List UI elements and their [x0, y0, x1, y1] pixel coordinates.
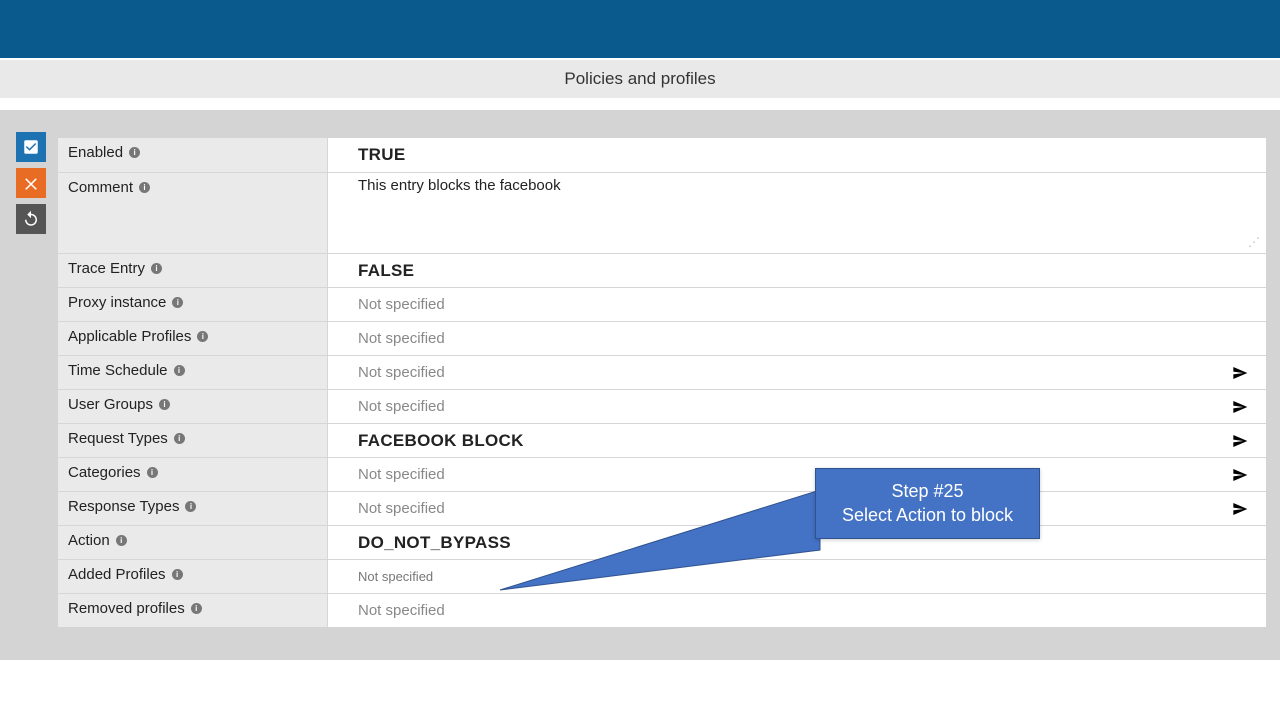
value-enabled[interactable]: TRUE: [328, 138, 1266, 172]
info-icon[interactable]: i: [197, 331, 208, 342]
value-request-types[interactable]: FACEBOOK BLOCK: [328, 424, 1266, 457]
callout-box: Step #25 Select Action to block: [815, 468, 1040, 539]
info-icon[interactable]: i: [174, 433, 185, 444]
close-icon: [22, 174, 40, 192]
label-removed-profiles: Removed profiles i: [58, 594, 328, 627]
callout-arrow: [500, 480, 830, 600]
value-trace[interactable]: FALSE: [328, 254, 1266, 287]
info-icon[interactable]: i: [159, 399, 170, 410]
label-categories: Categories i: [58, 458, 328, 491]
info-icon[interactable]: i: [174, 365, 185, 376]
label-response-types: Response Types i: [58, 492, 328, 525]
row-time-schedule: Time Schedule i Not specified: [58, 355, 1266, 389]
label-proxy: Proxy instance i: [58, 288, 328, 321]
goto-icon[interactable]: [1232, 399, 1248, 415]
label-trace: Trace Entry i: [58, 254, 328, 287]
value-time-schedule[interactable]: Not specified: [328, 356, 1266, 389]
row-request-types: Request Types i FACEBOOK BLOCK: [58, 423, 1266, 457]
label-added-profiles: Added Profiles i: [58, 560, 328, 593]
label-request-types: Request Types i: [58, 424, 328, 457]
info-icon[interactable]: i: [116, 535, 127, 546]
info-icon[interactable]: i: [139, 182, 150, 193]
value-comment[interactable]: This entry blocks the facebook ⋰: [328, 173, 1266, 253]
row-user-groups: User Groups i Not specified: [58, 389, 1266, 423]
save-button[interactable]: [16, 132, 46, 162]
value-applicable-profiles[interactable]: Not specified: [328, 322, 1266, 355]
top-banner: [0, 0, 1280, 58]
form-panel: Enabled i TRUE Comment i This entry bloc…: [0, 110, 1280, 660]
goto-icon[interactable]: [1232, 467, 1248, 483]
value-proxy[interactable]: Not specified: [328, 288, 1266, 321]
value-user-groups[interactable]: Not specified: [328, 390, 1266, 423]
callout-line2: Select Action to block: [834, 503, 1021, 527]
info-icon[interactable]: i: [172, 569, 183, 580]
cancel-button[interactable]: [16, 168, 46, 198]
check-icon: [22, 138, 40, 156]
side-toolbar: [16, 132, 46, 234]
goto-icon[interactable]: [1232, 501, 1248, 517]
info-icon[interactable]: i: [185, 501, 196, 512]
undo-button[interactable]: [16, 204, 46, 234]
goto-icon[interactable]: [1232, 365, 1248, 381]
info-icon[interactable]: i: [191, 603, 202, 614]
row-comment: Comment i This entry blocks the facebook…: [58, 172, 1266, 253]
label-action: Action i: [58, 526, 328, 559]
resize-grip-icon[interactable]: ⋰: [1248, 235, 1260, 249]
label-user-groups: User Groups i: [58, 390, 328, 423]
page-title: Policies and profiles: [564, 69, 715, 89]
label-time-schedule: Time Schedule i: [58, 356, 328, 389]
row-trace: Trace Entry i FALSE: [58, 253, 1266, 287]
label-comment: Comment i: [58, 173, 328, 253]
label-applicable-profiles: Applicable Profiles i: [58, 322, 328, 355]
row-applicable-profiles: Applicable Profiles i Not specified: [58, 321, 1266, 355]
info-icon[interactable]: i: [147, 467, 158, 478]
row-proxy: Proxy instance i Not specified: [58, 287, 1266, 321]
info-icon[interactable]: i: [172, 297, 183, 308]
page-title-bar: Policies and profiles: [0, 58, 1280, 98]
row-enabled: Enabled i TRUE: [58, 138, 1266, 172]
label-enabled: Enabled i: [58, 138, 328, 172]
callout-line1: Step #25: [834, 479, 1021, 503]
info-icon[interactable]: i: [151, 263, 162, 274]
info-icon[interactable]: i: [129, 147, 140, 158]
undo-icon: [22, 210, 40, 228]
goto-icon[interactable]: [1232, 433, 1248, 449]
